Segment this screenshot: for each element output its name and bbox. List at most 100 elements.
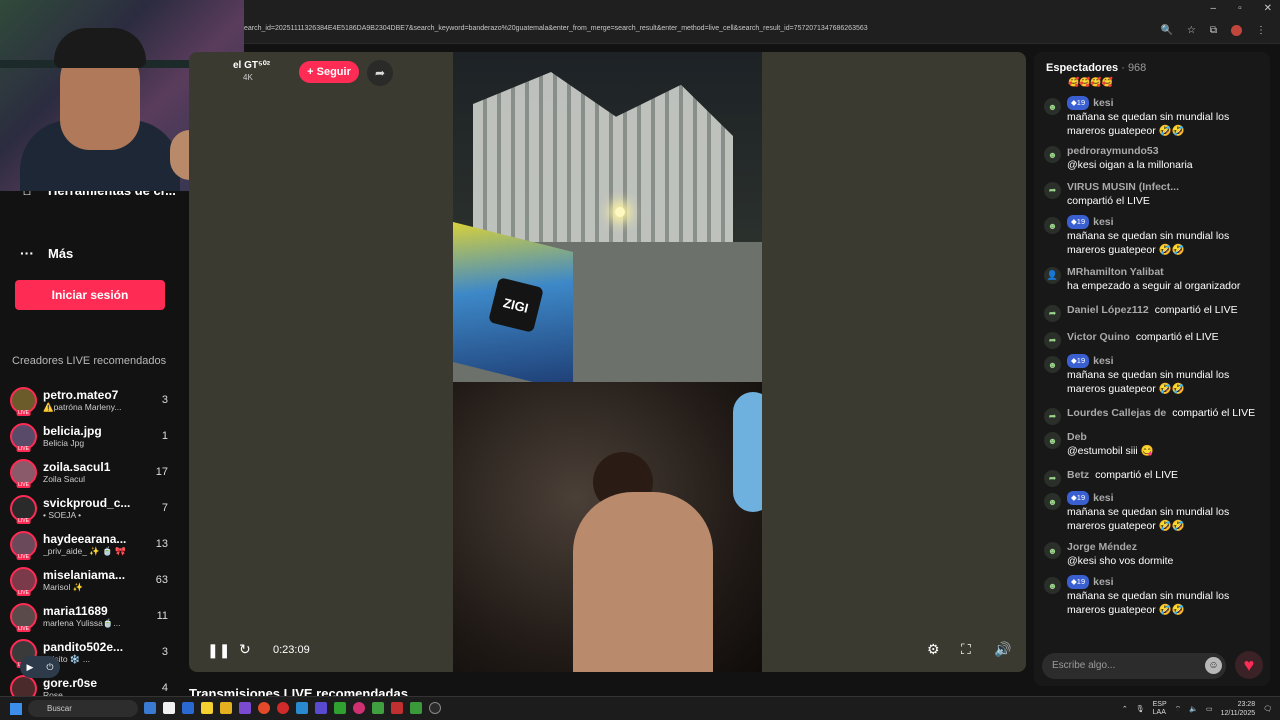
chat-text: @estumobil siii 😋 [1067, 445, 1154, 457]
chat-message: ➦ VIRUS MUSIN (Infect... compartió el LIVE [1042, 180, 1262, 208]
xbox-icon[interactable] [334, 702, 346, 714]
clock[interactable]: 23:28 12/11/2025 [1221, 700, 1256, 718]
creator-text: belicia.jpg Belicia Jpg [43, 424, 153, 448]
pause-icon[interactable]: ❚❚ [207, 642, 230, 659]
notifications-icon[interactable]: 🗨 [1263, 705, 1272, 713]
chat-username[interactable]: VIRUS MUSIN (Infect... [1067, 181, 1179, 193]
creator-item[interactable]: zoila.sacul1Zoila Sacul17 [10, 454, 182, 490]
app-icon[interactable] [372, 702, 384, 714]
floating-controls[interactable]: ▶ ⏻ [20, 656, 60, 678]
maximize-button[interactable]: ▫ [1238, 3, 1242, 14]
live-video[interactable]: ZIGI [453, 52, 762, 672]
emoji-icon[interactable]: ☺ [1205, 657, 1222, 674]
chat-username[interactable]: kesi [1093, 492, 1113, 504]
share-icon: ➦ [374, 66, 386, 80]
chrome-icon[interactable] [258, 702, 270, 714]
battery-icon[interactable]: ▭ [1206, 705, 1213, 713]
chat-username[interactable]: Victor Quino [1067, 330, 1130, 344]
app-icon[interactable] [429, 702, 441, 714]
power-icon[interactable]: ⏻ [46, 662, 53, 673]
chat-username[interactable]: Betz [1067, 468, 1089, 482]
folder-icon[interactable] [220, 702, 232, 714]
profile-avatar[interactable] [1231, 25, 1242, 36]
chat-text: compartió el LIVE [1067, 195, 1150, 207]
chat-text: @kesi sho vos dormite [1067, 555, 1174, 567]
app-icon[interactable] [410, 702, 422, 714]
minimize-button[interactable]: – [1211, 3, 1217, 14]
taskbar: Buscar ⌃ 🎙 ESP LAA ⌔ 🔈 ▭ 23:28 12/11/202… [0, 696, 1280, 720]
app-icon[interactable] [144, 702, 156, 714]
creator-name: gore.r0se [43, 676, 98, 690]
creator-text: zoila.sacul1 Zoila Sacul [43, 460, 153, 484]
app-icon[interactable] [163, 702, 175, 714]
creator-avatar [10, 494, 37, 522]
chat-username[interactable]: kesi [1093, 576, 1113, 588]
login-button[interactable]: Iniciar sesión [15, 280, 165, 310]
windows-start-icon[interactable] [10, 703, 22, 715]
app-icon[interactable] [201, 702, 213, 714]
extensions-icon[interactable]: ⧉ [1210, 25, 1217, 36]
creator-subtitle: _priv_aide_ ✨ 🍵 🎀 [43, 545, 126, 556]
chat-username[interactable]: pedroraymundo53 [1067, 145, 1159, 157]
speaker-icon[interactable]: 🔈 [1189, 705, 1198, 713]
creator-text: petro.mateo7 ⚠️patróna Marleny... [43, 388, 153, 413]
creator-item[interactable]: svickproud_c...• SOEJA • 7 [10, 490, 182, 526]
wifi-icon[interactable]: ⌔ [1175, 705, 1182, 714]
opera-icon[interactable] [277, 702, 289, 714]
follow-button[interactable]: + Seguir [299, 61, 359, 83]
url-text[interactable]: earch_id=20251111326384E4E5186DA9B2304DB… [244, 25, 868, 32]
app-icon[interactable] [182, 702, 194, 714]
creator-viewer-count: 11 [156, 610, 168, 622]
app-icon[interactable] [296, 702, 308, 714]
creator-subtitle: Belicia Jpg [43, 438, 85, 448]
chevron-up-icon[interactable]: ⌃ [1122, 705, 1128, 713]
chat-username[interactable]: kesi [1093, 216, 1113, 228]
refresh-icon[interactable]: ↻ [239, 641, 251, 658]
viewers-header[interactable]: Espectadores · 968 [1046, 62, 1146, 74]
volume-icon[interactable]: 🔊 [994, 641, 1011, 658]
creator-name: zoila.sacul1 [43, 460, 111, 474]
language-indicator[interactable]: ESP LAA [1153, 701, 1167, 717]
chat-username[interactable]: kesi [1093, 355, 1113, 367]
heart-icon[interactable]: ♥ [1235, 651, 1263, 679]
chat-message-body: ◆19 kesi mañana se quedan sin mundial los … [1067, 354, 1262, 396]
emoji-row: 🥰🥰🥰🥰 [1068, 77, 1113, 87]
app-icon[interactable] [353, 702, 365, 714]
chat-username[interactable]: Deb [1067, 431, 1087, 443]
taskbar-search[interactable]: Buscar [28, 700, 138, 717]
app-icon[interactable] [391, 702, 403, 714]
streamer-info[interactable]: el GT⁵⁰² [233, 60, 270, 71]
user-avatar-icon: ☻ [1044, 98, 1061, 115]
chat-username[interactable]: Daniel López112 [1067, 303, 1149, 317]
creator-viewer-count: 7 [161, 502, 168, 514]
chat-username[interactable]: Jorge Méndez [1067, 541, 1137, 553]
chat-text: mañana se quedan sin mundial los mareros… [1067, 111, 1230, 137]
search-icon[interactable]: 🔍 [1160, 25, 1172, 36]
creator-viewer-count: 4 [161, 682, 168, 694]
app-icon[interactable] [239, 702, 251, 714]
mic-icon[interactable]: 🎙 [1136, 705, 1145, 713]
chat-username[interactable]: Lourdes Callejas de [1067, 406, 1166, 420]
creator-item[interactable]: haydeearana..._priv_aide_ ✨ 🍵 🎀13 [10, 526, 182, 562]
sidebar-item-more[interactable]: ··· Más [18, 245, 73, 261]
creator-item[interactable]: petro.mateo7⚠️patróna Marleny... 3 [10, 382, 182, 418]
video-player[interactable]: ZIGI el GT⁵⁰² 4K + Seguir ➦ ❚❚ ↻ 0:23:09… [189, 52, 1026, 672]
chat-username[interactable]: kesi [1093, 97, 1113, 109]
star-icon[interactable]: ☆ [1187, 25, 1196, 36]
streamer-name[interactable]: el GT⁵⁰² [233, 60, 270, 71]
creator-viewer-count: 17 [155, 466, 168, 478]
chat-username[interactable]: MRhamilton Yalibat [1067, 266, 1164, 278]
creator-item[interactable]: maria11689marlena Yulissa🍵...11 [10, 598, 182, 634]
fullscreen-icon[interactable]: ⛶ [961, 641, 971, 658]
creator-item[interactable]: miselaniama...Marisol ✨63 [10, 562, 182, 598]
level-badge: ◆19 [1067, 215, 1090, 229]
settings-icon[interactable]: ⚙ [927, 641, 940, 658]
app-icon[interactable] [315, 702, 327, 714]
close-button[interactable]: ✕ [1264, 3, 1272, 14]
menu-dots-icon[interactable]: ⋮ [1256, 25, 1266, 36]
creator-item[interactable]: belicia.jpgBelicia Jpg 1 [10, 418, 182, 454]
play-icon[interactable]: ▶ [26, 662, 33, 673]
chat-input[interactable]: Escribe algo... [1042, 653, 1226, 679]
share-button[interactable]: ➦ [367, 60, 393, 86]
creator-viewer-count: 13 [155, 538, 168, 550]
